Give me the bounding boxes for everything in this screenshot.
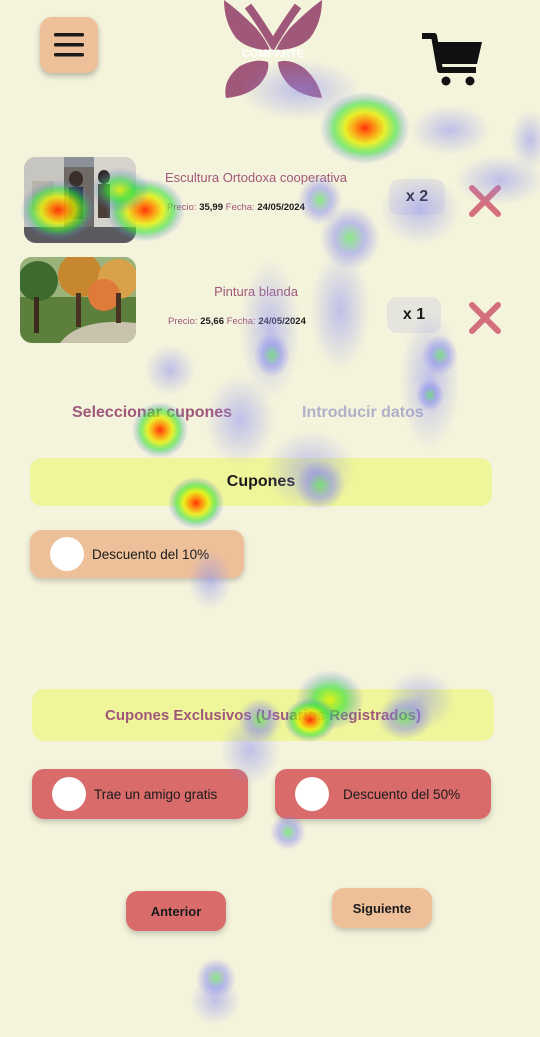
item-meta: Precio: 25,66 Fecha: 24/05/2024 — [168, 316, 306, 327]
coupons-section-header: Cupones — [30, 458, 492, 506]
coupon-label: Trae un amigo gratis — [94, 786, 218, 802]
section-title: Cupones Exclusivos (Usuarios Registrados… — [105, 706, 421, 724]
logo[interactable]: COMPARTE — [218, 0, 328, 100]
cart-button[interactable] — [420, 30, 486, 88]
date-value: 24/05/2024 — [257, 202, 305, 213]
coupon-radio[interactable] — [295, 777, 329, 811]
coupon-option[interactable]: Descuento del 10% — [30, 530, 244, 578]
attention-heatmap-overlay — [20, 60, 540, 1025]
exclusive-coupons-section-header: Cupones Exclusivos (Usuarios Registrados… — [32, 689, 494, 741]
date-label: Fecha: — [226, 316, 256, 327]
previous-button[interactable]: Anterior — [126, 891, 226, 931]
hamburger-icon — [54, 33, 84, 57]
date-label: Fecha: — [225, 202, 255, 213]
item-title: Escultura Ortodoxa cooperativa — [164, 170, 348, 185]
quantity-badge[interactable]: x 1 — [387, 297, 441, 333]
close-icon — [469, 185, 501, 217]
next-button[interactable]: Siguiente — [332, 888, 432, 928]
menu-button[interactable] — [40, 17, 98, 73]
step-enter-data[interactable]: Introducir datos — [302, 404, 424, 422]
coupon-radio[interactable] — [52, 777, 86, 811]
step-select-coupons[interactable]: Seleccionar cupones — [72, 404, 232, 422]
quantity-badge[interactable]: x 2 — [389, 179, 445, 215]
shopping-cart-icon — [422, 33, 482, 86]
price-label: Precio: — [167, 202, 197, 213]
date-value: 24/05/2024 — [258, 316, 306, 327]
coupon-option[interactable]: Descuento del 50% — [275, 769, 491, 819]
remove-item-button[interactable] — [467, 300, 503, 336]
close-icon — [469, 302, 501, 334]
item-meta: Precio: 35,99 Fecha: 24/05/2024 — [167, 202, 305, 213]
coupon-radio[interactable] — [50, 537, 84, 571]
coupon-option[interactable]: Trae un amigo gratis — [32, 769, 248, 819]
coupon-label: Descuento del 50% — [343, 786, 461, 802]
price-value: 35,99 — [199, 202, 223, 213]
remove-item-button[interactable] — [467, 183, 503, 219]
item-image-sculpture — [24, 157, 136, 243]
item-title: Pintura blanda — [214, 284, 298, 299]
section-title: Cupones — [226, 473, 296, 490]
price-value: 25,66 — [200, 316, 224, 327]
price-label: Precio: — [168, 316, 198, 327]
logo-text: COMPARTE — [241, 48, 305, 60]
coupon-label: Descuento del 10% — [92, 546, 210, 562]
item-image-painting — [20, 257, 136, 343]
